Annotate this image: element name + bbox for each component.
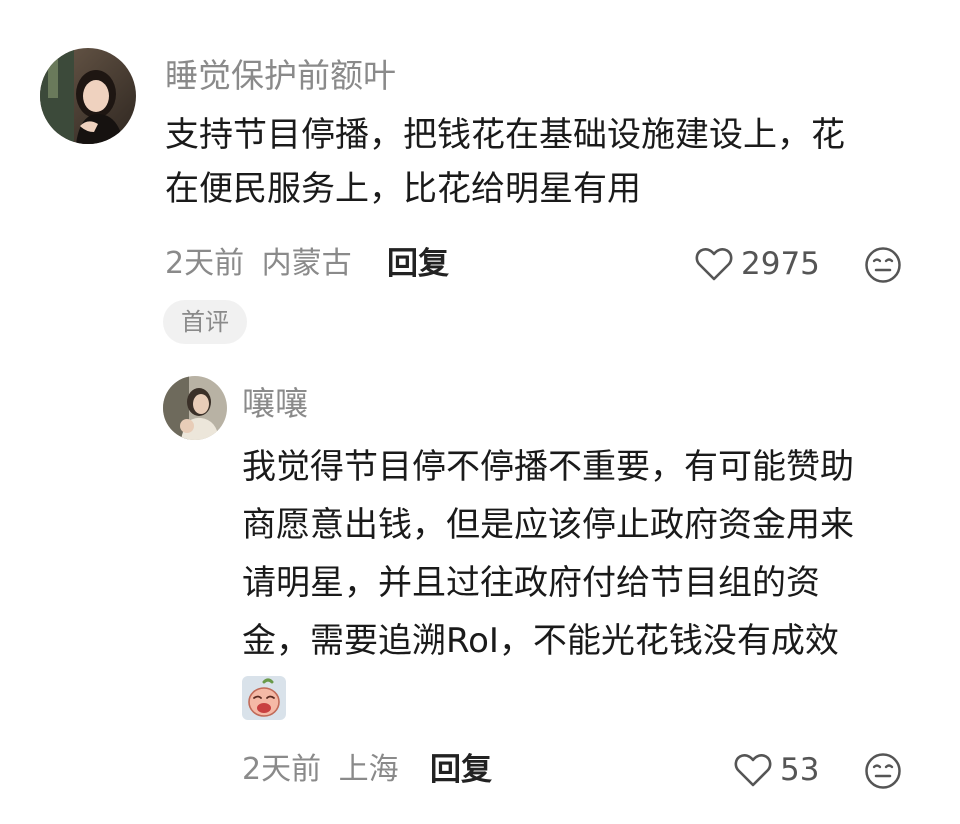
- heart-outline-icon: [734, 754, 772, 787]
- reply-text: 我觉得节目停不停播不重要，有可能赞助 商愿意出钱，但是应该停止政府资金用来 请明…: [242, 438, 932, 670]
- comment-line: 支持节目停播，把钱花在基础设施建设上，花: [165, 115, 845, 155]
- comment-location: 内蒙古: [261, 246, 352, 281]
- reply-button[interactable]: 回复: [430, 750, 492, 790]
- reply-line: 请明星，并且过往政府付给节目组的资: [242, 563, 820, 603]
- reply-meta: 2天前 上海: [242, 750, 399, 790]
- reply-button[interactable]: 回复: [387, 244, 449, 284]
- like-count: 53: [780, 752, 820, 788]
- user-photo-avatar: [40, 48, 136, 144]
- reply-line: 我觉得节目停不停播不重要，有可能赞助: [242, 447, 854, 487]
- replier-avatar[interactable]: [163, 376, 227, 440]
- heart-outline-icon: [695, 248, 733, 281]
- commenter-username[interactable]: 睡觉保护前额叶: [165, 54, 396, 98]
- neutral-face-icon: [865, 247, 901, 283]
- comment-text: 支持节目停播，把钱花在基础设施建设上，花 在便民服务上，比花给明星有用: [165, 108, 925, 216]
- reply-line: 金，需要追溯RoI，不能光花钱没有成效: [242, 621, 839, 661]
- commenter-avatar[interactable]: [40, 48, 136, 144]
- comment-line: 在便民服务上，比花给明星有用: [165, 169, 641, 209]
- replier-username[interactable]: 嚷嚷: [242, 382, 308, 426]
- user-photo-avatar: [163, 376, 227, 440]
- like-button[interactable]: 2975: [695, 244, 820, 284]
- first-comment-badge: 首评: [163, 300, 247, 344]
- like-button[interactable]: 53: [734, 750, 819, 790]
- dislike-button[interactable]: [863, 751, 903, 791]
- dislike-button[interactable]: [863, 245, 903, 285]
- comment-time: 2天前: [165, 246, 245, 281]
- reply-line: 商愿意出钱，但是应该停止政府资金用来: [242, 505, 854, 545]
- crying-peach-sticker: [242, 676, 286, 720]
- neutral-face-icon: [865, 753, 901, 789]
- reply-time: 2天前: [242, 752, 322, 787]
- reply-location: 上海: [338, 752, 399, 787]
- like-count: 2975: [741, 246, 820, 282]
- comment-meta: 2天前 内蒙古: [165, 244, 352, 284]
